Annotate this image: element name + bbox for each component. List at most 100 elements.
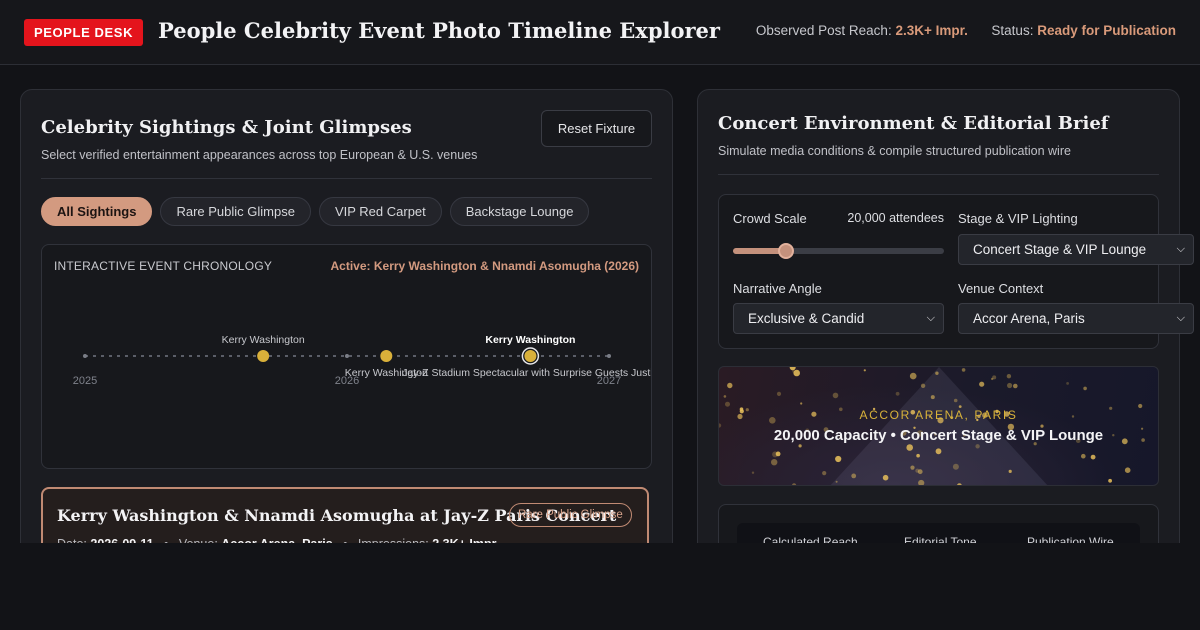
light-speck	[832, 392, 839, 399]
light-speck	[991, 377, 994, 381]
light-speck	[935, 448, 942, 455]
light-speck	[1066, 382, 1069, 385]
lighting-select-value: Concert Stage & VIP Lounge	[973, 242, 1147, 257]
light-speck	[792, 483, 797, 485]
light-speck	[723, 395, 727, 398]
timeline-event-dot[interactable]	[380, 350, 393, 362]
event-timeline: 2025 2026 2027 Kerry Washington Kerry Washin…	[41, 244, 652, 469]
divider	[718, 174, 1159, 175]
light-speck	[800, 402, 803, 405]
venue-capacity: 20,000 Capacity • Concert Stage & VIP Lo…	[773, 427, 1104, 444]
light-speck	[1006, 374, 1012, 379]
light-speck	[725, 401, 730, 407]
light-speck	[1008, 469, 1012, 473]
light-speck	[789, 367, 796, 371]
light-speck	[835, 455, 842, 463]
light-speck	[863, 369, 866, 372]
light-speck	[909, 372, 917, 380]
light-speck	[1007, 382, 1013, 389]
timeline-canvas: 2025 2026 2027Kerry WashingtonKerry Washin…	[73, 334, 652, 387]
light-speck	[851, 473, 857, 479]
timeline-event-caption: Jay-Z Stadium Spectacular with Surprise …	[402, 367, 652, 379]
light-speck	[822, 471, 827, 476]
status-label: Status:	[991, 23, 1034, 38]
filter-backstage-lounge[interactable]: Backstage Lounge	[449, 197, 590, 226]
light-speck	[916, 453, 920, 458]
light-speck	[975, 444, 980, 449]
chevron-down-icon: ⌵	[1176, 243, 1185, 255]
light-speck	[776, 391, 782, 396]
lighting-label: Stage & VIP Lighting	[958, 211, 1078, 226]
timeline-event-label: Kerry Washington	[222, 334, 305, 346]
crowd-scale-value: 20,000 attendees	[847, 211, 944, 225]
year-tick	[607, 354, 611, 358]
sightings-panel: Celebrity Sightings & Joint Glimpses Sel…	[20, 89, 673, 577]
crowd-scale-label: Crowd Scale	[733, 211, 807, 226]
filter-vip-red-carpet[interactable]: VIP Red Carpet	[318, 197, 442, 226]
light-speck	[727, 382, 733, 389]
timeline-heading: INTERACTIVE EVENT CHRONOLOGY	[54, 259, 273, 273]
light-speck	[798, 444, 802, 448]
light-speck	[930, 395, 935, 400]
light-speck	[952, 463, 959, 470]
light-speck	[961, 368, 966, 372]
status-value: Ready for Publication	[1037, 23, 1176, 38]
chevron-down-icon: ⌵	[926, 312, 935, 324]
light-speck	[1083, 386, 1087, 391]
light-speck	[792, 370, 795, 373]
divider	[41, 178, 652, 179]
timeline-event-label: Kerry Washington	[485, 334, 575, 346]
year-tick-label: 2025	[73, 375, 97, 387]
light-speck	[1081, 453, 1086, 459]
timeline-event-dot[interactable]	[524, 350, 537, 362]
light-speck	[920, 383, 926, 388]
light-speck	[1090, 454, 1096, 460]
light-speck	[771, 459, 778, 466]
light-speck	[906, 444, 913, 451]
brief-title: Concert Environment & Editorial Brief	[718, 113, 1109, 134]
light-speck	[835, 480, 838, 483]
page-bottom	[0, 543, 1200, 630]
light-speck	[775, 451, 781, 457]
narrative-angle-value: Exclusive & Candid	[748, 311, 865, 326]
year-tick	[345, 354, 349, 358]
venue-context-value: Accor Arena, Paris	[973, 311, 1085, 326]
timeline-event-dot[interactable]	[257, 350, 270, 362]
light-speck	[953, 398, 958, 403]
event-category-badge: Rare Public Glimpse	[509, 503, 632, 527]
lighting-select[interactable]: Concert Stage & VIP Lounge ⌵	[958, 234, 1194, 265]
light-speck	[1124, 467, 1131, 473]
light-speck	[918, 479, 925, 485]
narrative-angle-select[interactable]: Exclusive & Candid ⌵	[733, 303, 944, 334]
reach-label: Observed Post Reach:	[755, 23, 892, 38]
filter-chips: All Sightings Rare Public Glimpse VIP Re…	[41, 197, 590, 226]
chevron-down-icon: ⌵	[1176, 312, 1185, 324]
crowd-scale-slider[interactable]	[733, 243, 944, 259]
light-speck	[979, 381, 985, 387]
sightings-subtitle: Select verified entertainment appearance…	[41, 148, 478, 162]
slider-thumb[interactable]	[777, 243, 794, 259]
top-bar: PEOPLE DESK People Celebrity Event Photo…	[0, 0, 1200, 65]
light-speck	[793, 369, 800, 377]
venue-context-select[interactable]: Accor Arena, Paris ⌵	[958, 303, 1194, 334]
filter-all-sightings[interactable]: All Sightings	[41, 197, 153, 226]
light-speck	[751, 471, 755, 474]
header-stats: Observed Post Reach: 2.3K+ Impr. Status:…	[756, 23, 1176, 38]
light-speck	[882, 474, 889, 481]
media-controls: Crowd Scale 20,000 attendees Stage & VIP…	[718, 194, 1194, 349]
narrative-angle-label: Narrative Angle	[733, 281, 822, 296]
light-speck	[1013, 383, 1018, 389]
year-tick	[83, 354, 87, 358]
light-speck	[915, 468, 920, 473]
filter-rare-public-glimpse[interactable]: Rare Public Glimpse	[160, 197, 311, 226]
venue-preview-card: ACCOR ARENA, PARIS 20,000 Capacity • Con…	[718, 366, 1159, 486]
app-title: People Celebrity Event Photo Timeline Ex…	[158, 18, 720, 43]
sightings-title: Celebrity Sightings & Joint Glimpses	[41, 117, 412, 138]
light-speck	[910, 465, 915, 470]
reach-value: 2.3K+ Impr.	[895, 23, 968, 38]
reset-fixture-button[interactable]: Reset Fixture	[541, 110, 652, 147]
brand-badge: PEOPLE DESK	[24, 19, 144, 46]
venue-context-label: Venue Context	[958, 281, 1044, 296]
brief-subtitle: Simulate media conditions & compile stru…	[718, 144, 1071, 158]
light-speck	[895, 391, 900, 396]
